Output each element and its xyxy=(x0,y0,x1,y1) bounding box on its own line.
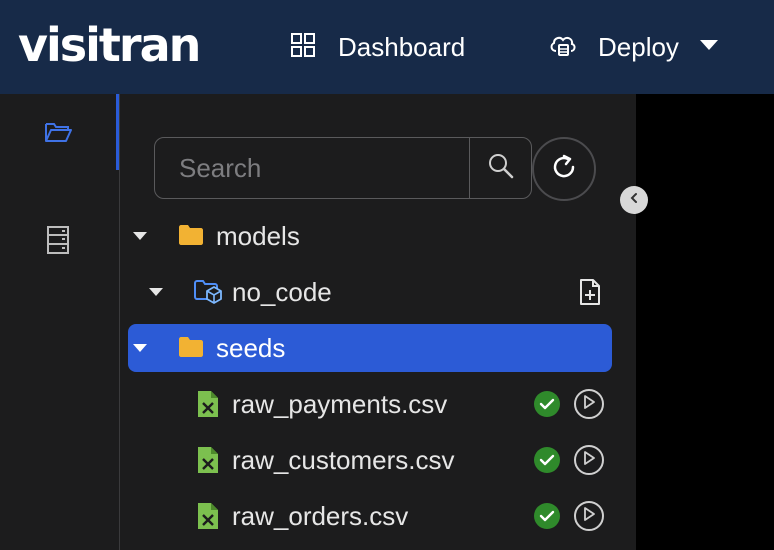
check-circle-icon xyxy=(534,391,560,417)
csv-file-icon xyxy=(196,502,220,530)
caret-down-icon[interactable] xyxy=(132,340,148,356)
play-icon xyxy=(583,450,595,470)
model-folder-icon xyxy=(194,280,222,304)
run-button[interactable] xyxy=(574,445,604,475)
dashboard-label: Dashboard xyxy=(338,31,466,62)
folder-open-icon[interactable] xyxy=(44,118,72,146)
run-button[interactable] xyxy=(574,389,604,419)
csv-file-icon xyxy=(196,390,220,418)
database-icon[interactable] xyxy=(44,226,72,254)
new-file-icon[interactable] xyxy=(578,278,602,306)
file-name: raw_customers.csv xyxy=(232,445,455,475)
collapse-panel-button[interactable] xyxy=(620,186,648,214)
cloud-deploy-icon xyxy=(548,32,578,63)
grid-icon xyxy=(290,32,316,63)
folder-icon xyxy=(178,336,204,358)
dashboard-nav-button[interactable]: Dashboard xyxy=(290,28,465,66)
tree-item-file[interactable]: raw_payments.csv xyxy=(128,380,612,428)
deploy-label: Deploy xyxy=(598,31,679,62)
tree-item-models[interactable]: models xyxy=(128,212,612,260)
tree-item-file[interactable]: raw_orders.csv xyxy=(128,492,612,540)
top-bar: visitran Dashboard Deploy xyxy=(0,0,774,94)
active-indicator xyxy=(116,94,119,170)
tree-item-label: seeds xyxy=(216,333,286,363)
chevron-left-icon xyxy=(628,191,640,209)
search-box xyxy=(154,137,532,199)
tree-item-label: no_code xyxy=(232,277,332,307)
search-icon xyxy=(488,153,514,184)
search-input[interactable] xyxy=(155,138,469,198)
search-button[interactable] xyxy=(469,138,531,198)
deploy-nav-dropdown[interactable]: Deploy xyxy=(548,28,719,66)
left-rail xyxy=(0,94,120,550)
folder-icon xyxy=(178,224,204,246)
check-circle-icon xyxy=(534,503,560,529)
file-name: raw_payments.csv xyxy=(232,389,448,419)
caret-down-icon[interactable] xyxy=(132,228,148,244)
caret-down-icon xyxy=(699,38,719,57)
tree-item-seeds[interactable]: seeds xyxy=(128,324,612,372)
csv-file-icon xyxy=(196,446,220,474)
tree-item-no-code[interactable]: no_code xyxy=(128,268,612,316)
run-button[interactable] xyxy=(574,501,604,531)
play-icon xyxy=(583,506,595,526)
caret-down-icon[interactable] xyxy=(148,284,164,300)
tree-item-label: models xyxy=(216,221,300,251)
check-circle-icon xyxy=(534,447,560,473)
file-name: raw_orders.csv xyxy=(232,501,409,531)
play-icon xyxy=(583,394,595,414)
refresh-icon xyxy=(549,152,579,187)
app-logo[interactable]: visitran xyxy=(18,14,201,76)
refresh-button[interactable] xyxy=(532,137,596,201)
editor-area xyxy=(636,94,774,550)
tree-item-file[interactable]: raw_customers.csv xyxy=(128,436,612,484)
